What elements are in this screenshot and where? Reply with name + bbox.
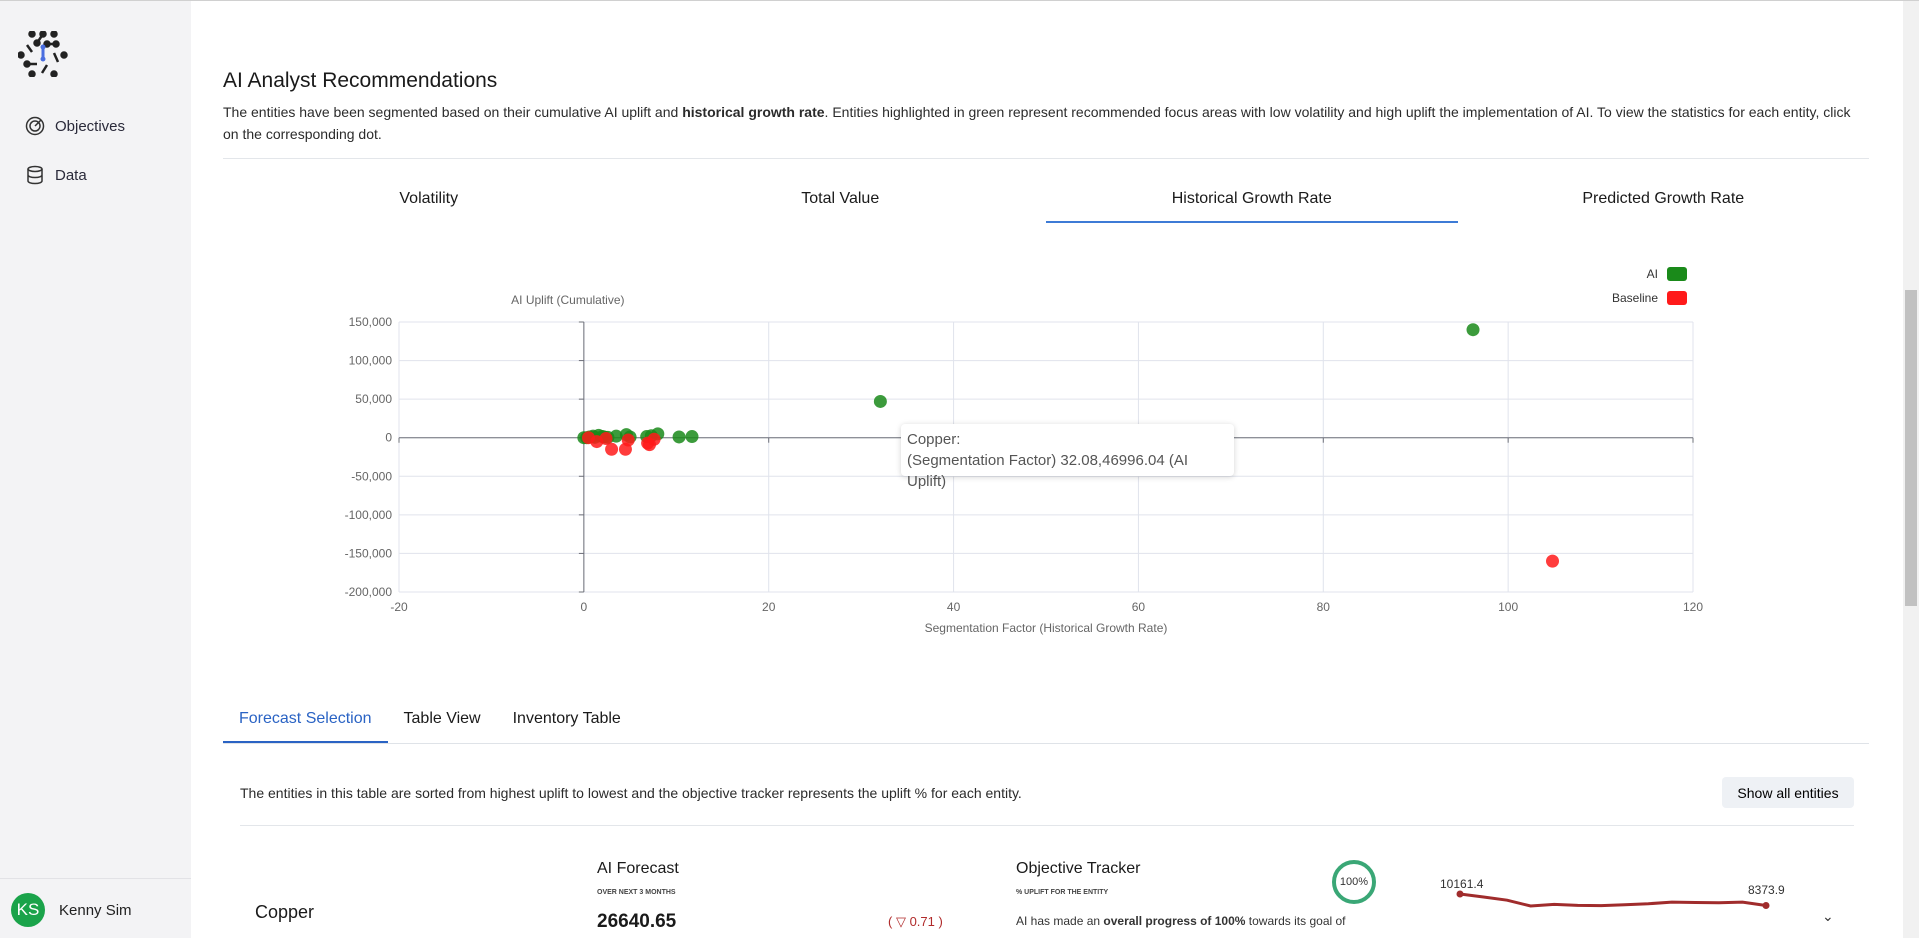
sparkline xyxy=(1456,890,1770,910)
y-tick-label: -200,000 xyxy=(345,585,393,599)
forecast-value: 26640.65 xyxy=(597,911,677,932)
sparkline-endpoint xyxy=(1762,902,1770,910)
forecast-subtitle: OVER NEXT 3 MONTHS xyxy=(597,889,676,896)
legend-swatch-baseline xyxy=(1667,291,1687,305)
tracker-text-part: towards its goal of xyxy=(1245,914,1346,928)
sparkline-endpoint xyxy=(1456,890,1464,898)
avatar: KS xyxy=(11,893,45,927)
sparkline-line xyxy=(1459,892,1767,908)
tab-table-view[interactable]: Table View xyxy=(388,710,497,744)
x-tick-label: 100 xyxy=(1498,600,1518,614)
x-tick-label: 120 xyxy=(1683,600,1703,614)
legend-label: Baseline xyxy=(1612,291,1658,305)
change-value: 0.71 xyxy=(909,914,935,929)
tracker-text-part: AI has made an xyxy=(1016,914,1104,928)
x-tick-label: 20 xyxy=(762,600,776,614)
chart-tooltip: Copper: (Segmentation Factor) 32.08,4699… xyxy=(901,424,1234,490)
user-profile[interactable]: KS Kenny Sim xyxy=(0,878,191,939)
divider xyxy=(223,743,1869,744)
y-tick-label: -50,000 xyxy=(351,469,392,483)
show-all-entities-button[interactable]: Show all entities xyxy=(1722,777,1854,808)
y-tick-label: 50,000 xyxy=(355,392,392,406)
tracker-text-bold: overall progress of 100% xyxy=(1103,914,1246,928)
scatter-chart: -20 0 20 40 60 80 100 120 150,000 100,000 50,000 0 -… xyxy=(345,267,1703,635)
data-point-baseline xyxy=(647,432,661,446)
tracker-text: AI has made an overall progress of 100% … xyxy=(1016,914,1346,928)
entity-name: Copper xyxy=(255,902,315,922)
x-tick-label: 60 xyxy=(1132,600,1146,614)
y-tick-label: -100,000 xyxy=(345,508,393,522)
x-tick-label: -20 xyxy=(390,600,408,614)
data-point-ai xyxy=(672,430,686,444)
data-point-baseline xyxy=(1546,554,1560,568)
legend-swatch-ai xyxy=(1667,267,1687,281)
scrollbar-thumb[interactable] xyxy=(1905,290,1917,606)
y-axis-title: AI Uplift (Cumulative) xyxy=(511,293,624,307)
data-point-baseline xyxy=(605,442,619,456)
x-axis-title: Segmentation Factor (Historical Growth R… xyxy=(925,621,1168,635)
bottom-tabs: Forecast Selection Table View Inventory … xyxy=(223,710,637,744)
tracker-title: Objective Tracker xyxy=(1016,860,1141,877)
spark-start-label: 10161.4 xyxy=(1440,877,1484,891)
data-point-ai xyxy=(1466,323,1480,337)
data-point-ai xyxy=(873,394,887,408)
tracker-subtitle: % UPLIFT FOR THE ENTITY xyxy=(1016,889,1109,896)
forecast-title: AI Forecast xyxy=(597,860,679,877)
data-point-baseline xyxy=(621,433,635,447)
y-tick-label: 100,000 xyxy=(349,354,393,368)
table-note: The entities in this table are sorted fr… xyxy=(240,785,1022,801)
tooltip-body: (Segmentation Factor) 32.08,46996.04 (AI… xyxy=(907,452,1189,490)
triangle-down-icon: ▽ xyxy=(895,914,906,929)
forecast-change: ( ▽ 0.71 ) xyxy=(888,914,943,929)
tooltip-title: Copper: xyxy=(907,431,961,448)
y-tick-label: -150,000 xyxy=(345,546,393,560)
x-tick-label: 0 xyxy=(581,600,588,614)
divider xyxy=(240,825,1854,826)
chevron-down-icon[interactable]: ⌄ xyxy=(1822,908,1834,925)
tab-inventory-table[interactable]: Inventory Table xyxy=(497,710,637,744)
y-tick-label: 0 xyxy=(385,431,392,445)
progress-ring: 100% xyxy=(1332,860,1376,904)
tab-forecast-selection[interactable]: Forecast Selection xyxy=(223,710,388,744)
y-tick-label: 150,000 xyxy=(349,315,393,329)
user-name: Kenny Sim xyxy=(59,902,132,919)
x-tick-label: 80 xyxy=(1317,600,1331,614)
data-point-ai xyxy=(685,430,699,444)
legend-label: AI xyxy=(1647,267,1658,281)
x-tick-label: 40 xyxy=(947,600,961,614)
